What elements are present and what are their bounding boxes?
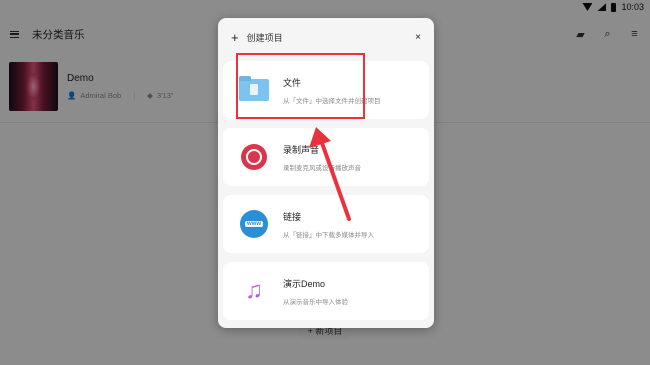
arrow-head [309,127,331,148]
pointer-arrow [309,127,351,221]
arrow-shaft [320,141,351,221]
